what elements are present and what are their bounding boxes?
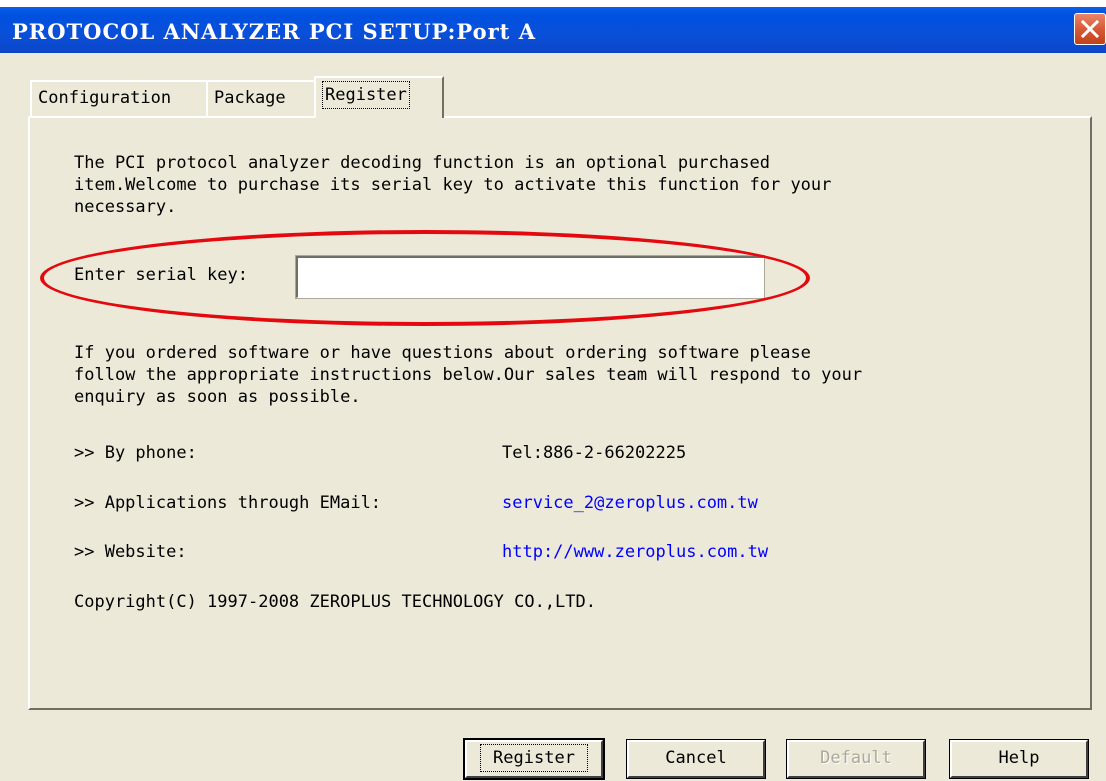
ordering-info-text: If you ordered software or have question… [74,343,863,407]
register-button[interactable]: Register [463,738,605,780]
email-link[interactable]: service_2@zeroplus.com.tw [502,493,758,513]
cancel-button-label: Cancel [665,748,727,768]
tab-package[interactable]: Package [206,80,316,116]
default-button[interactable]: Default [786,739,926,779]
serial-key-label: Enter serial key: [74,265,248,285]
default-button-label: Default [820,748,892,768]
phone-label: >> By phone: [74,443,197,463]
register-panel: The PCI protocol analyzer decoding funct… [28,116,1092,710]
dialog-window: PROTOCOL ANALYZER PCI SETUP:Port A Confi… [0,0,1106,781]
close-icon [1081,20,1099,38]
copyright-text: Copyright(C) 1997-2008 ZEROPLUS TECHNOLO… [74,592,596,612]
window-title: PROTOCOL ANALYZER PCI SETUP:Port A [12,19,536,44]
website-link[interactable]: http://www.zeroplus.com.tw [502,542,768,562]
tab-package-label: Package [214,88,286,108]
cancel-button[interactable]: Cancel [626,739,766,779]
tab-register[interactable]: Register [314,76,444,118]
title-bar[interactable]: PROTOCOL ANALYZER PCI SETUP:Port A [0,7,1106,53]
close-button[interactable] [1074,13,1106,45]
serial-key-input[interactable] [295,255,765,299]
phone-value: Tel:886-2-66202225 [502,443,687,463]
register-button-label: Register [480,744,588,772]
cropped-top-edge [0,0,1106,7]
tab-configuration[interactable]: Configuration [30,80,208,116]
website-label: >> Website: [74,542,187,562]
intro-text: The PCI protocol analyzer decoding funct… [74,153,832,217]
tab-configuration-label: Configuration [38,88,172,108]
email-label: >> Applications through EMail: [74,493,382,513]
help-button-label: Help [998,748,1040,768]
tab-register-label: Register [322,81,410,109]
help-button[interactable]: Help [949,739,1089,779]
